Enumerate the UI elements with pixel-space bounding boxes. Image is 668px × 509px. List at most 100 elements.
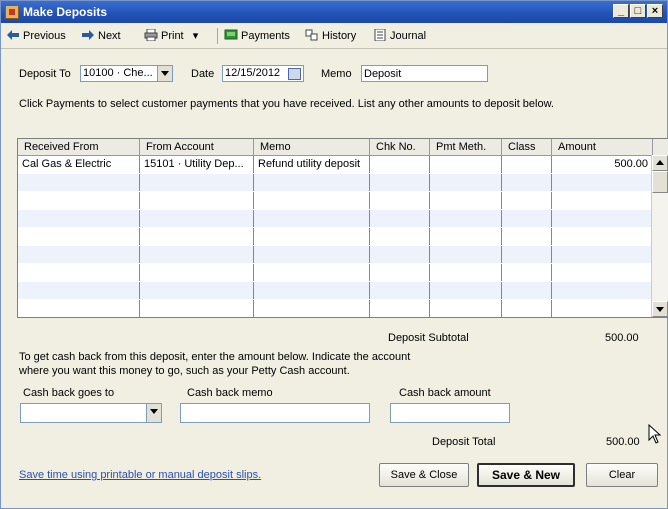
- table-cell[interactable]: [552, 264, 653, 281]
- save-close-button[interactable]: Save & Close: [379, 463, 469, 487]
- col-class[interactable]: Class: [502, 139, 552, 155]
- cashback-account-select[interactable]: [20, 403, 162, 423]
- table-cell[interactable]: [140, 246, 254, 263]
- maximize-button[interactable]: □: [630, 4, 646, 18]
- deposit-to-select[interactable]: 10100 · Che...: [80, 65, 173, 82]
- table-row[interactable]: [18, 264, 653, 281]
- date-field[interactable]: 12/15/2012: [222, 65, 304, 82]
- table-cell[interactable]: [370, 228, 430, 245]
- scroll-thumb[interactable]: [652, 171, 668, 193]
- table-cell[interactable]: [430, 300, 502, 317]
- table-cell[interactable]: [552, 174, 653, 191]
- table-cell[interactable]: [502, 282, 552, 299]
- table-cell[interactable]: [254, 192, 370, 209]
- table-cell[interactable]: [140, 192, 254, 209]
- table-cell[interactable]: [370, 192, 430, 209]
- col-from-account[interactable]: From Account: [140, 139, 254, 155]
- table-cell[interactable]: [370, 210, 430, 227]
- table-cell[interactable]: [502, 174, 552, 191]
- table-cell[interactable]: [552, 246, 653, 263]
- table-cell[interactable]: [370, 300, 430, 317]
- table-row[interactable]: Cal Gas & Electric 15101 · Utility Dep...…: [18, 156, 653, 173]
- table-cell[interactable]: [430, 264, 502, 281]
- table-cell[interactable]: [502, 192, 552, 209]
- print-button[interactable]: Print ▾: [144, 28, 198, 44]
- table-cell[interactable]: [502, 264, 552, 281]
- chevron-down-icon[interactable]: [146, 404, 161, 422]
- memo-input[interactable]: [361, 65, 488, 82]
- table-cell[interactable]: [18, 174, 140, 191]
- table-cell[interactable]: [140, 210, 254, 227]
- table-cell[interactable]: [552, 282, 653, 299]
- table-row[interactable]: [18, 192, 653, 209]
- close-button[interactable]: ×: [647, 4, 663, 18]
- table-cell[interactable]: [502, 228, 552, 245]
- table-cell[interactable]: [552, 192, 653, 209]
- table-cell[interactable]: [254, 228, 370, 245]
- table-row[interactable]: [18, 210, 653, 227]
- minimize-button[interactable]: _: [613, 4, 629, 18]
- table-cell[interactable]: [254, 282, 370, 299]
- table-cell[interactable]: [18, 300, 140, 317]
- previous-button[interactable]: Previous: [6, 28, 66, 44]
- table-cell[interactable]: [18, 228, 140, 245]
- table-row[interactable]: [18, 282, 653, 299]
- col-pmt-meth[interactable]: Pmt Meth.: [430, 139, 502, 155]
- table-cell[interactable]: [140, 174, 254, 191]
- table-cell[interactable]: [140, 264, 254, 281]
- table-cell[interactable]: [254, 300, 370, 317]
- table-cell[interactable]: [18, 264, 140, 281]
- table-cell[interactable]: 15101 · Utility Dep...: [140, 156, 254, 173]
- table-cell[interactable]: [430, 174, 502, 191]
- title-bar[interactable]: Make Deposits _ □ ×: [1, 1, 667, 23]
- col-amount[interactable]: Amount: [552, 139, 653, 155]
- table-cell[interactable]: [370, 174, 430, 191]
- table-cell[interactable]: [430, 210, 502, 227]
- col-received-from[interactable]: Received From: [18, 139, 140, 155]
- table-cell[interactable]: [552, 228, 653, 245]
- table-cell[interactable]: [430, 282, 502, 299]
- table-row[interactable]: [18, 300, 653, 317]
- table-cell[interactable]: [254, 210, 370, 227]
- table-cell[interactable]: Cal Gas & Electric: [18, 156, 140, 173]
- table-cell[interactable]: [254, 264, 370, 281]
- table-cell[interactable]: [18, 210, 140, 227]
- table-cell[interactable]: [370, 264, 430, 281]
- print-dropdown-icon[interactable]: ▾: [193, 30, 199, 42]
- cashback-amount-input[interactable]: [390, 403, 510, 423]
- scroll-down-icon[interactable]: [652, 301, 668, 317]
- deposits-table[interactable]: Received From From Account Memo Chk No. …: [17, 138, 668, 318]
- vertical-scrollbar[interactable]: [651, 155, 668, 317]
- table-cell[interactable]: [140, 300, 254, 317]
- table-cell[interactable]: [18, 192, 140, 209]
- clear-button[interactable]: Clear: [586, 463, 658, 487]
- table-cell[interactable]: [502, 156, 552, 173]
- table-cell[interactable]: [430, 228, 502, 245]
- table-cell[interactable]: [18, 246, 140, 263]
- col-memo[interactable]: Memo: [254, 139, 370, 155]
- table-cell[interactable]: [502, 246, 552, 263]
- col-chk-no[interactable]: Chk No.: [370, 139, 430, 155]
- save-new-button[interactable]: Save & New: [477, 463, 575, 487]
- payments-button[interactable]: Payments: [224, 28, 290, 44]
- table-cell[interactable]: [430, 156, 502, 173]
- table-cell[interactable]: [370, 282, 430, 299]
- table-cell[interactable]: [430, 192, 502, 209]
- table-cell[interactable]: [430, 246, 502, 263]
- table-cell[interactable]: [140, 282, 254, 299]
- table-row[interactable]: [18, 174, 653, 191]
- table-cell[interactable]: 500.00: [552, 156, 653, 173]
- table-cell[interactable]: [370, 246, 430, 263]
- table-cell[interactable]: [552, 300, 653, 317]
- cashback-memo-input[interactable]: [180, 403, 370, 423]
- table-cell[interactable]: [254, 246, 370, 263]
- table-cell[interactable]: Refund utility deposit: [254, 156, 370, 173]
- table-cell[interactable]: [140, 228, 254, 245]
- chevron-down-icon[interactable]: [157, 66, 172, 81]
- table-cell[interactable]: [18, 282, 140, 299]
- journal-button[interactable]: Journal: [373, 28, 426, 44]
- scroll-up-icon[interactable]: [652, 155, 668, 171]
- calendar-icon[interactable]: [288, 68, 301, 80]
- deposit-slips-link[interactable]: Save time using printable or manual depo…: [19, 469, 261, 481]
- table-row[interactable]: [18, 246, 653, 263]
